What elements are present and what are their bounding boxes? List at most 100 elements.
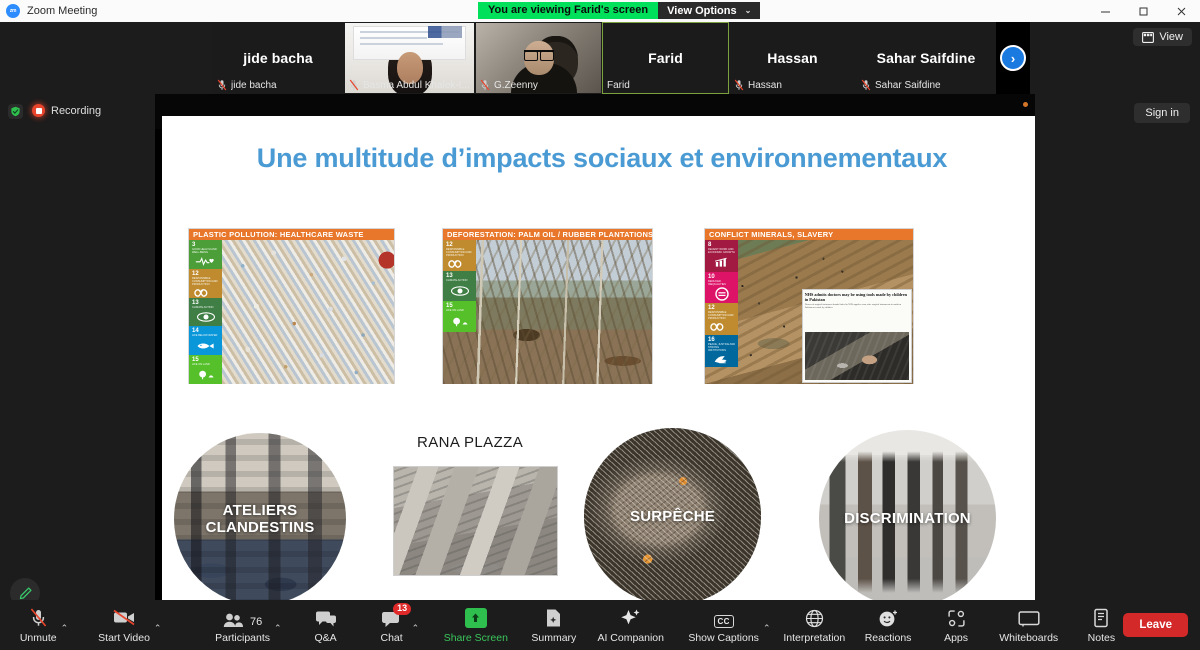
sdg-text: DECENT WORK AND ECONOMIC GROWTH bbox=[708, 248, 735, 254]
participant-display-name: Sahar Saifdine bbox=[876, 50, 976, 66]
participant-footer: Farid bbox=[607, 80, 630, 91]
participant-tile-hassan[interactable]: Hassan Hassan bbox=[729, 22, 856, 94]
start-video-button[interactable]: Start Video bbox=[92, 600, 156, 650]
mic-off-icon bbox=[349, 79, 359, 91]
unmute-label: Unmute bbox=[19, 632, 57, 644]
impact-card-deforestation: DEFORESTATION: PALM OIL / RUBBER PLANTAT… bbox=[442, 228, 653, 384]
news-photo bbox=[804, 332, 910, 380]
sdg-number: 12 bbox=[192, 270, 199, 277]
notes-label: Notes bbox=[1087, 632, 1116, 644]
sdg-tree-icon bbox=[192, 367, 220, 384]
sdg-text: PEACE, JUSTICE AND STRONG INSTITUTIONS bbox=[708, 343, 736, 352]
encryption-shield-icon[interactable] bbox=[8, 104, 23, 119]
sdg-equals-icon bbox=[708, 287, 736, 304]
recording-indicator[interactable]: Recording bbox=[32, 104, 101, 117]
participant-footer: jide bacha bbox=[217, 79, 277, 91]
sdg-icon-column: 12 RESPONSIBLE CONSUMPTION AND PRODUCTIO… bbox=[443, 240, 477, 333]
participant-tile-gzeenny[interactable]: G.Zeenny bbox=[475, 22, 602, 94]
card-image-body: 3 GOOD HEALTH AND WELL-BEING 12 RESPONSI… bbox=[189, 240, 394, 384]
layout-grid-icon bbox=[1142, 31, 1155, 43]
mic-off-icon bbox=[734, 79, 744, 91]
notes-button[interactable]: Notes bbox=[1079, 600, 1123, 650]
participant-tile-jide-bacha[interactable]: jide bacha jide bacha bbox=[212, 22, 344, 94]
sdg-health-icon bbox=[192, 255, 220, 269]
view-layout-button[interactable]: View bbox=[1133, 28, 1192, 46]
qa-button[interactable]: Q&A bbox=[304, 600, 348, 650]
news-subtext: Dozens of surgical instrument brands lin… bbox=[804, 303, 902, 309]
apps-button[interactable]: Apps bbox=[934, 600, 978, 650]
glasses-detail bbox=[523, 49, 554, 61]
mic-off-icon bbox=[480, 79, 490, 91]
circle-label: SURPÊCHE bbox=[630, 507, 715, 525]
participants-button[interactable]: 76 Participants bbox=[209, 600, 276, 650]
smiley-plus-icon bbox=[878, 606, 899, 628]
participant-name-label: Sahar Saifdine bbox=[875, 79, 941, 91]
leave-meeting-button[interactable]: Leave bbox=[1123, 613, 1188, 637]
filmstrip-next-page-button[interactable]: › bbox=[996, 22, 1030, 94]
interpretation-button[interactable]: Interpretation bbox=[783, 600, 845, 650]
sign-in-button[interactable]: Sign in bbox=[1134, 103, 1190, 123]
shared-screen-area[interactable]: Une multitude d’impacts sociaux et envir… bbox=[155, 94, 1035, 610]
zoom-logo-icon: zm bbox=[6, 4, 20, 18]
show-captions-button[interactable]: CC Show Captions bbox=[682, 600, 765, 650]
participant-display-name: jide bacha bbox=[243, 50, 313, 66]
participant-display-name: Hassan bbox=[767, 50, 818, 66]
close-button[interactable] bbox=[1162, 0, 1200, 22]
sdg-number: 13 bbox=[446, 272, 453, 279]
chat-label: Chat bbox=[380, 632, 403, 644]
globe-icon bbox=[805, 606, 824, 628]
card-header-label: CONFLICT MINERALS, SLAVERY bbox=[705, 229, 913, 240]
sdg-climate-eye-icon bbox=[446, 283, 474, 302]
viewing-screen-message: You are viewing Farid's screen bbox=[478, 2, 659, 19]
ai-companion-button[interactable]: AI Companion bbox=[597, 600, 664, 650]
meeting-toolbar: Unmute ⌃ Start Video ⌃ 76 Participants ⌃… bbox=[0, 600, 1200, 650]
share-status-dot-icon bbox=[1023, 102, 1028, 107]
sparkle-icon bbox=[620, 606, 641, 628]
card-header-label: DEFORESTATION: PALM OIL / RUBBER PLANTAT… bbox=[443, 229, 653, 240]
whiteboard-icon bbox=[1018, 606, 1040, 628]
maximize-button[interactable] bbox=[1124, 0, 1162, 22]
sdg-goal-12: 12 RESPONSIBLE CONSUMPTION AND PRODUCTIO… bbox=[189, 268, 222, 298]
minimize-button[interactable] bbox=[1086, 0, 1124, 22]
participant-tile-sahar-saifdine[interactable]: Sahar Saifdine Sahar Saifdine bbox=[856, 22, 996, 94]
participant-tile-basma[interactable]: Basma Abdul Khalek-I... bbox=[344, 22, 475, 94]
participant-name-label: Basma Abdul Khalek-I... bbox=[363, 79, 470, 91]
view-options-button[interactable]: View Options ⌄ bbox=[658, 2, 761, 19]
sdg-icon-column: 3 GOOD HEALTH AND WELL-BEING 12 RESPONSI… bbox=[189, 240, 222, 384]
document-ai-icon bbox=[545, 606, 562, 628]
mic-off-icon bbox=[861, 79, 871, 91]
participant-name-label: Farid bbox=[607, 80, 630, 91]
news-headline: NHS admits doctors may be using tools ma… bbox=[804, 291, 907, 303]
summary-button[interactable]: Summary bbox=[531, 600, 578, 650]
circle-label: ATELIERS CLANDESTINS bbox=[205, 501, 315, 536]
summary-label: Summary bbox=[531, 632, 577, 644]
presentation-slide: Une multitude d’impacts sociaux et envir… bbox=[162, 116, 1035, 610]
chevron-right-icon: › bbox=[1000, 45, 1026, 71]
unmute-control-group: Unmute ⌃ bbox=[14, 600, 68, 650]
share-up-arrow-icon bbox=[464, 606, 487, 628]
participant-tile-farid-active-speaker[interactable]: Farid Farid bbox=[602, 22, 729, 94]
sdg-text: RESPONSIBLE CONSUMPTION AND PRODUCTION bbox=[192, 276, 218, 286]
people-icon: 76 bbox=[223, 606, 262, 628]
impact-circle-discrimination: DISCRIMINATION bbox=[819, 430, 996, 607]
participants-label: Participants bbox=[215, 632, 271, 644]
sdg-goal-14: 14 LIFE BELOW WATER bbox=[189, 326, 222, 356]
mic-off-icon bbox=[217, 79, 227, 91]
chat-button[interactable]: 13 Chat bbox=[370, 600, 414, 650]
ai-companion-label: AI Companion bbox=[597, 632, 664, 644]
sdg-goal-10: 10 REDUCED INEQUALITIES bbox=[705, 271, 739, 304]
sdg-text: RESPONSIBLE CONSUMPTION AND PRODUCTION bbox=[446, 248, 472, 257]
unmute-button[interactable]: Unmute bbox=[14, 600, 63, 650]
whiteboards-label: Whiteboards bbox=[999, 632, 1059, 644]
reactions-label: Reactions bbox=[864, 632, 912, 644]
rana-plaza-collapse-photo bbox=[393, 466, 558, 576]
reactions-button[interactable]: Reactions bbox=[864, 600, 912, 650]
share-screen-button[interactable]: Share Screen bbox=[444, 600, 508, 650]
window-controls bbox=[1086, 0, 1200, 22]
whiteboards-button[interactable]: Whiteboards bbox=[999, 600, 1059, 650]
participant-name-label: Hassan bbox=[748, 79, 782, 91]
qa-label: Q&A bbox=[314, 632, 337, 644]
impact-card-plastic-pollution: PLASTIC POLLUTION: HEALTHCARE WASTE 3 GO… bbox=[188, 228, 395, 384]
sdg-text: LIFE ON LAND bbox=[446, 309, 464, 313]
participants-control-group: 76 Participants ⌃ bbox=[209, 600, 282, 650]
